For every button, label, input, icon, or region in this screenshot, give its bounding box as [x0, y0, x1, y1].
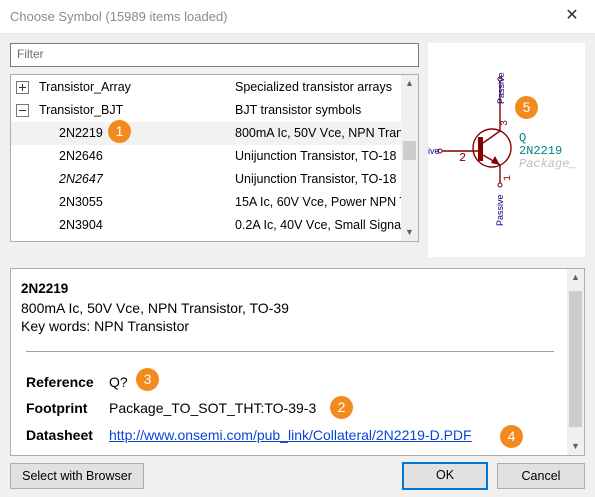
tree-item-desc: 15A Ic, 60V Vce, Power NPN Transistor — [235, 195, 403, 209]
tree-item-name: 2N2646 — [59, 149, 103, 163]
filter-input[interactable]: Filter — [10, 43, 419, 67]
symbol-value: 2N2219 — [519, 144, 562, 158]
tree-item-name: 2N2219 — [59, 126, 103, 140]
expand-icon[interactable] — [16, 81, 29, 94]
window-title: Choose Symbol (15989 items loaded) — [10, 9, 228, 24]
tree-item-name: 2N2647 — [59, 172, 103, 186]
symbol-footprint: Package_ — [519, 157, 577, 171]
scroll-thumb[interactable] — [403, 141, 416, 160]
pin-name-top: Passive — [496, 72, 506, 104]
tree-row-symbol[interactable]: 2N2646 Unijunction Transistor, TO-18 — [11, 145, 403, 168]
collapse-icon[interactable] — [16, 104, 29, 117]
callout-badge: 5 — [515, 96, 538, 119]
symbol-reference: Q — [519, 131, 526, 145]
tree-item-name: 2N3055 — [59, 195, 103, 209]
tree-item-desc: Unijunction Transistor, TO-18 — [235, 172, 397, 186]
pin-number-left: 2 — [459, 151, 466, 165]
cancel-button[interactable]: Cancel — [497, 463, 585, 489]
tree-item-name: 2N3904 — [59, 218, 103, 232]
tree-item-name: Transistor_Array — [39, 80, 131, 94]
details-symbol-name: 2N2219 — [21, 281, 69, 296]
pin-number-top: 3 — [500, 120, 511, 126]
reference-label: Reference — [26, 374, 94, 390]
details-divider — [26, 351, 554, 352]
tree-item-desc: 800mA Ic, 50V Vce, NPN Transistor, TO-39 — [235, 126, 403, 140]
tree-scrollbar[interactable]: ▲ ▼ — [401, 75, 418, 241]
pin-name-bottom: Passive — [495, 194, 505, 226]
scroll-down-arrow-icon[interactable]: ▼ — [401, 224, 418, 241]
pin-name-left: ive — [428, 146, 440, 156]
title-bar: Choose Symbol (15989 items loaded) ✕ — [0, 0, 595, 34]
tree-row-symbol[interactable]: 2N3904 0.2A Ic, 40V Vce, Small Signal NP… — [11, 214, 403, 237]
tree-item-name: Transistor_BJT — [39, 103, 124, 117]
tree-row-library[interactable]: Transistor_BJT BJT transistor symbols — [11, 99, 403, 122]
callout-badge: 4 — [500, 425, 523, 448]
close-icon[interactable]: ✕ — [549, 0, 595, 34]
transistor-symbol: 3 2 1 Passive ive Passive Q 2N2219 Packa… — [428, 72, 577, 226]
symbol-tree[interactable]: Transistor_Array Specialized transistor … — [10, 74, 419, 242]
tree-row-symbol[interactable]: 2N3055 15A Ic, 60V Vce, Power NPN Transi… — [11, 191, 403, 214]
scroll-up-arrow-icon[interactable]: ▲ — [401, 75, 418, 92]
tree-row-library[interactable]: Transistor_Array Specialized transistor … — [11, 76, 403, 99]
symbol-preview: 3 2 1 Passive ive Passive Q 2N2219 Packa… — [428, 43, 585, 257]
footprint-value: Package_TO_SOT_THT:TO-39-3 — [109, 400, 317, 416]
ok-button[interactable]: OK — [402, 462, 488, 490]
select-with-browser-button[interactable]: Select with Browser — [10, 463, 144, 489]
scroll-down-arrow-icon[interactable]: ▼ — [567, 438, 584, 455]
tree-item-desc: BJT transistor symbols — [235, 103, 362, 117]
datasheet-label: Datasheet — [26, 427, 93, 443]
callout-badge: 3 — [136, 368, 159, 391]
tree-item-desc: Specialized transistor arrays — [235, 80, 393, 94]
callout-badge: 1 — [108, 120, 131, 143]
pin-number-bottom: 1 — [503, 175, 514, 181]
scroll-up-arrow-icon[interactable]: ▲ — [567, 269, 584, 286]
tree-row-symbol[interactable]: 2N2647 Unijunction Transistor, TO-18 — [11, 168, 403, 191]
scroll-thumb[interactable] — [569, 291, 582, 427]
callout-badge: 2 — [330, 396, 353, 419]
tree-item-desc: Unijunction Transistor, TO-18 — [235, 149, 397, 163]
tree-row-symbol-selected[interactable]: 2N2219 800mA Ic, 50V Vce, NPN Transistor… — [11, 122, 403, 145]
symbol-details-panel: 2N2219 800mA Ic, 50V Vce, NPN Transistor… — [10, 268, 585, 456]
tree-item-desc: 0.2A Ic, 40V Vce, Small Signal NPN Trans… — [235, 218, 403, 232]
details-description: 800mA Ic, 50V Vce, NPN Transistor, TO-39 — [21, 300, 289, 316]
datasheet-link[interactable]: http://www.onsemi.com/pub_link/Collatera… — [109, 427, 472, 443]
details-scrollbar[interactable]: ▲ ▼ — [567, 269, 584, 455]
details-keywords: Key words: NPN Transistor — [21, 318, 190, 334]
reference-value: Q? — [109, 374, 128, 390]
footprint-label: Footprint — [26, 400, 88, 416]
